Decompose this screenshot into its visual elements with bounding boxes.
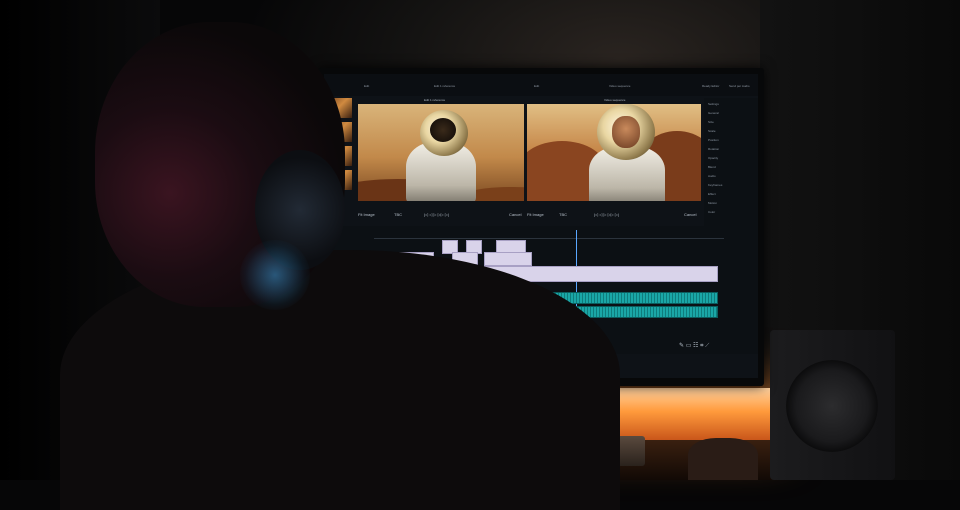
timecode: TBC [394, 212, 402, 217]
video-clip[interactable] [484, 252, 532, 266]
property-row[interactable]: Audio [708, 174, 716, 178]
speaker [770, 330, 895, 480]
transport-controls-2[interactable]: |◁ ◁ ▷ ▷▷ ▷| [594, 212, 619, 217]
astronaut-face [612, 116, 640, 148]
send-audio[interactable]: Send per Audio [729, 84, 750, 88]
editor-topbar: Edit Edit 1 reference Edit Video sequenc… [324, 74, 758, 96]
timecode-2: TBC [559, 212, 567, 217]
fit-dropdown[interactable]: Fit Image [358, 212, 375, 217]
property-row[interactable]: Settings [708, 102, 719, 106]
source-viewer-label: Edit 1 reference [424, 98, 446, 102]
property-row[interactable]: Motion [708, 201, 717, 205]
program-viewer-label: Video sequence [604, 98, 626, 102]
transport-controls[interactable]: |◁ ◁ ▷ ▷▷ ▷| [424, 212, 449, 217]
source-title[interactable]: Edit 1 reference [434, 84, 455, 88]
screen-glow-on-face [240, 240, 310, 310]
menu-edit[interactable]: Edit [364, 84, 369, 88]
property-row[interactable]: Color [708, 210, 715, 214]
hand-on-desk [688, 438, 758, 480]
program-viewer[interactable] [527, 104, 701, 201]
speaker-woofer [786, 360, 878, 452]
program-title[interactable]: Video sequence [609, 84, 630, 88]
property-row[interactable]: Size [708, 120, 714, 124]
fit-dropdown-2[interactable]: Fit Image [527, 212, 544, 217]
property-row[interactable]: Position [708, 138, 719, 142]
property-row[interactable]: Scale [708, 129, 716, 133]
ready-editor[interactable]: Ready Editor [702, 84, 719, 88]
property-row[interactable]: Opacity [708, 156, 718, 160]
source-viewer[interactable] [358, 104, 524, 201]
helmet-visor [430, 118, 456, 142]
property-row[interactable]: General [708, 111, 719, 115]
desert-hill [468, 187, 524, 201]
cancel-button-2[interactable]: Cancel [684, 212, 696, 217]
properties-panel: Settings General Size Scale Position Rotation… [704, 98, 758, 228]
property-row[interactable]: Effect [708, 192, 716, 196]
menu-edit-2[interactable]: Edit [534, 84, 539, 88]
property-row[interactable]: Rotation [708, 147, 719, 151]
timeline-tools[interactable]: ✎ ▭ ☷ ⌗ ⟋ [679, 342, 709, 350]
cancel-button[interactable]: Cancel [509, 212, 521, 217]
timeline-ruler[interactable] [374, 232, 724, 239]
property-row[interactable]: Blend [708, 165, 716, 169]
person-shoulders [60, 250, 620, 510]
property-row[interactable]: Keyframes [708, 183, 722, 187]
viewer-controls: Fit Image TBC |◁ ◁ ▷ ▷▷ ▷| Cancel Fit Im… [324, 206, 758, 222]
